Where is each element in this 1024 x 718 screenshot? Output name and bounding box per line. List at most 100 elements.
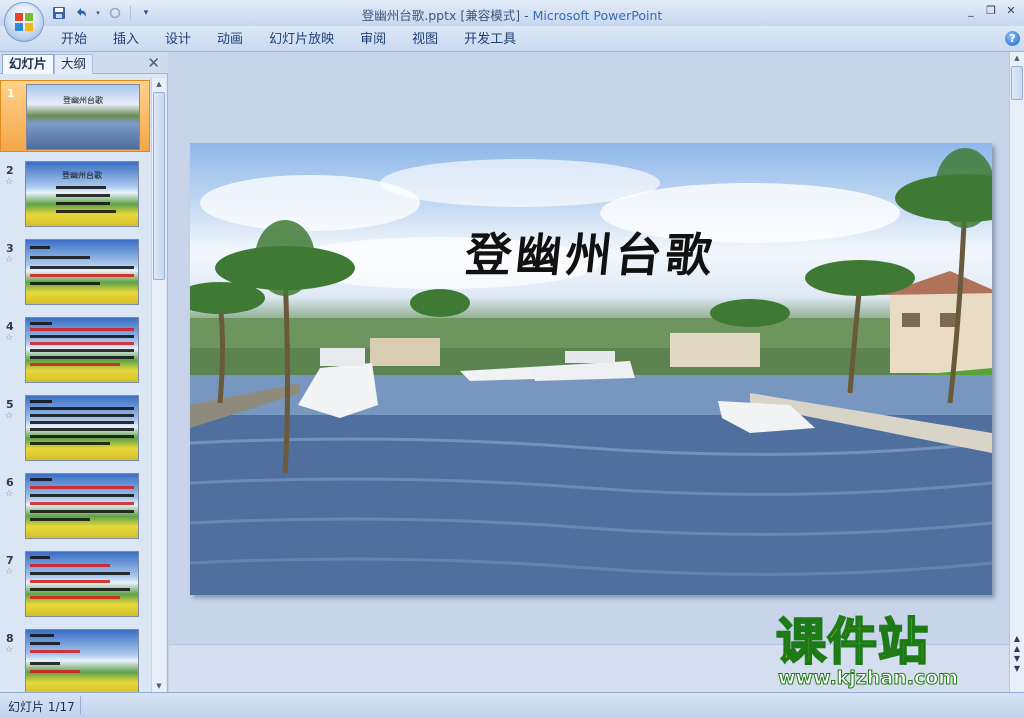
- slide-thumbnail-row[interactable]: 5 ☆: [0, 392, 150, 464]
- thumbnail-text-line: [30, 502, 134, 505]
- slide-number: 6: [6, 476, 14, 489]
- office-button[interactable]: [4, 2, 44, 42]
- thumbnail-text-line: [30, 274, 134, 277]
- slide-scroll-thumb[interactable]: [1011, 66, 1023, 100]
- animation-star-icon: ☆: [5, 645, 14, 655]
- thumbnail-text-line: [30, 335, 134, 338]
- tab-outline[interactable]: 大纲: [54, 54, 94, 74]
- tab-review[interactable]: 审阅: [347, 30, 399, 50]
- slide-thumbnail-list: 1 登幽州台歌 2 ☆ 登幽州台歌 3 ☆ 4 ☆ 5 ☆ 6 ☆ 7 ☆ 8 …: [0, 78, 150, 692]
- status-separator: [80, 696, 81, 714]
- thumbnail-text-line: [30, 486, 134, 489]
- thumbnail-text-line: [30, 246, 50, 249]
- scroll-up-icon[interactable]: ▲: [1010, 52, 1024, 64]
- thumbnail-title: 登幽州台歌: [62, 171, 102, 180]
- slide-thumbnail[interactable]: 登幽州台歌: [26, 84, 140, 150]
- pane-close-icon[interactable]: ✕: [147, 54, 160, 72]
- scroll-down-icon[interactable]: ▼: [152, 680, 166, 692]
- tab-developer[interactable]: 开发工具: [451, 30, 529, 50]
- animation-star-icon: ☆: [5, 333, 14, 343]
- current-slide[interactable]: 登幽州台歌: [190, 143, 992, 595]
- slide-thumbnail-row[interactable]: 4 ☆: [0, 314, 150, 386]
- thumbnail-text-line: [56, 186, 106, 189]
- slide-thumbnail[interactable]: [25, 317, 139, 383]
- thumbnail-text-line: [30, 322, 52, 325]
- thumbnail-scrollbar[interactable]: ▲ ▼: [151, 78, 166, 692]
- close-button[interactable]: ✕: [1002, 2, 1020, 18]
- thumbnail-text-line: [30, 510, 134, 513]
- thumbnail-text-line: [30, 414, 134, 417]
- thumbnail-text-line: [30, 266, 134, 269]
- slide-thumbnail[interactable]: [25, 395, 139, 461]
- slide-navigation: ▲ ▲ ▼ ▼: [1010, 634, 1024, 674]
- tab-view[interactable]: 视图: [399, 30, 451, 50]
- slide-thumbnail[interactable]: 登幽州台歌: [25, 161, 139, 227]
- tab-slide-show[interactable]: 幻灯片放映: [256, 30, 347, 50]
- slide-number: 7: [6, 554, 14, 567]
- tab-animations[interactable]: 动画: [204, 30, 256, 50]
- tab-insert[interactable]: 插入: [100, 30, 152, 50]
- animation-star-icon: ☆: [5, 177, 14, 187]
- tab-home[interactable]: 开始: [48, 30, 100, 50]
- thumbnail-text-line: [30, 328, 134, 331]
- slide-thumbnail-row[interactable]: 8 ☆: [0, 626, 150, 692]
- thumbnail-text-line: [56, 194, 110, 197]
- slide-thumbnail-row[interactable]: 3 ☆: [0, 236, 150, 308]
- thumbnail-text-line: [30, 428, 134, 431]
- ribbon: 开始 插入 设计 动画 幻灯片放映 审阅 视图 开发工具 ?: [0, 26, 1024, 52]
- restore-button[interactable]: ❐: [982, 2, 1000, 18]
- minimize-button[interactable]: _: [962, 2, 980, 18]
- thumbnail-text-line: [30, 363, 120, 366]
- thumbnail-text-line: [30, 564, 110, 567]
- ribbon-tabs: 开始 插入 设计 动画 幻灯片放映 审阅 视图 开发工具: [48, 30, 529, 50]
- thumbnail-text-line: [30, 400, 52, 403]
- scroll-up-icon[interactable]: ▲: [152, 78, 166, 90]
- thumbnail-text-line: [30, 580, 110, 583]
- pane-tabs: 幻灯片 大纲 ✕: [0, 52, 168, 74]
- slide-title[interactable]: 登幽州台歌: [190, 219, 992, 285]
- animation-star-icon: ☆: [5, 567, 14, 577]
- thumbnail-text-line: [30, 349, 134, 352]
- slide-editing-area: 登幽州台歌: [169, 52, 1009, 692]
- slide-thumbnail[interactable]: [25, 551, 139, 617]
- slide-thumbnail[interactable]: [25, 239, 139, 305]
- thumbnail-text-line: [56, 210, 116, 213]
- window-title: 登幽州台歌.pptx [兼容模式] - Microsoft PowerPoint: [0, 5, 1024, 24]
- thumbnail-text-line: [30, 588, 130, 591]
- thumbnail-text-line: [30, 556, 50, 559]
- animation-star-icon: ☆: [5, 255, 14, 265]
- document-title: 登幽州台歌.pptx [兼容模式]: [361, 8, 521, 23]
- animation-star-icon: ☆: [5, 411, 14, 421]
- thumbnail-text-line: [30, 282, 100, 285]
- watermark-url: www.kjzhan.com: [777, 667, 959, 690]
- next-slide-icon[interactable]: ▼ ▼: [1010, 654, 1024, 674]
- thumbnail-text-line: [30, 407, 134, 410]
- thumbnail-text-line: [30, 670, 80, 673]
- slide-thumbnail-row[interactable]: 2 ☆ 登幽州台歌: [0, 158, 150, 230]
- slide-thumbnail-row[interactable]: 6 ☆: [0, 470, 150, 542]
- status-bar: 幻灯片 1/17: [0, 692, 1024, 718]
- thumbnail-text-line: [56, 202, 110, 205]
- slide-number: 5: [6, 398, 14, 411]
- thumbnail-text-line: [30, 342, 134, 345]
- title-bar: ▾ ▾ 登幽州台歌.pptx [兼容模式] - Microsoft PowerP…: [0, 0, 1024, 26]
- thumbnail-scroll-thumb[interactable]: [153, 92, 165, 280]
- slide-thumbnail[interactable]: [25, 629, 139, 692]
- previous-slide-icon[interactable]: ▲ ▲: [1010, 634, 1024, 654]
- help-icon[interactable]: ?: [1005, 31, 1020, 46]
- thumbnail-text-line: [30, 650, 80, 653]
- slides-pane: 幻灯片 大纲 ✕ 1 登幽州台歌 2 ☆ 登幽州台歌 3 ☆ 4 ☆ 5 ☆ 6…: [0, 52, 168, 692]
- thumbnail-title: 登幽州台歌: [63, 96, 103, 105]
- slide-thumbnail[interactable]: [25, 473, 139, 539]
- tab-slides[interactable]: 幻灯片: [2, 54, 54, 74]
- slide-thumbnail-row[interactable]: 1 登幽州台歌: [0, 80, 150, 152]
- animation-star-icon: ☆: [5, 489, 14, 499]
- slide-thumbnail-row[interactable]: 7 ☆: [0, 548, 150, 620]
- tab-design[interactable]: 设计: [152, 30, 204, 50]
- thumbnail-text-line: [30, 256, 90, 259]
- slide-number: 8: [6, 632, 14, 645]
- thumbnail-text-line: [30, 642, 60, 645]
- slide-number: 1: [7, 87, 15, 100]
- thumbnail-text-line: [30, 634, 54, 637]
- slide-scrollbar[interactable]: ▲ ▲ ▲ ▼ ▼: [1009, 52, 1024, 692]
